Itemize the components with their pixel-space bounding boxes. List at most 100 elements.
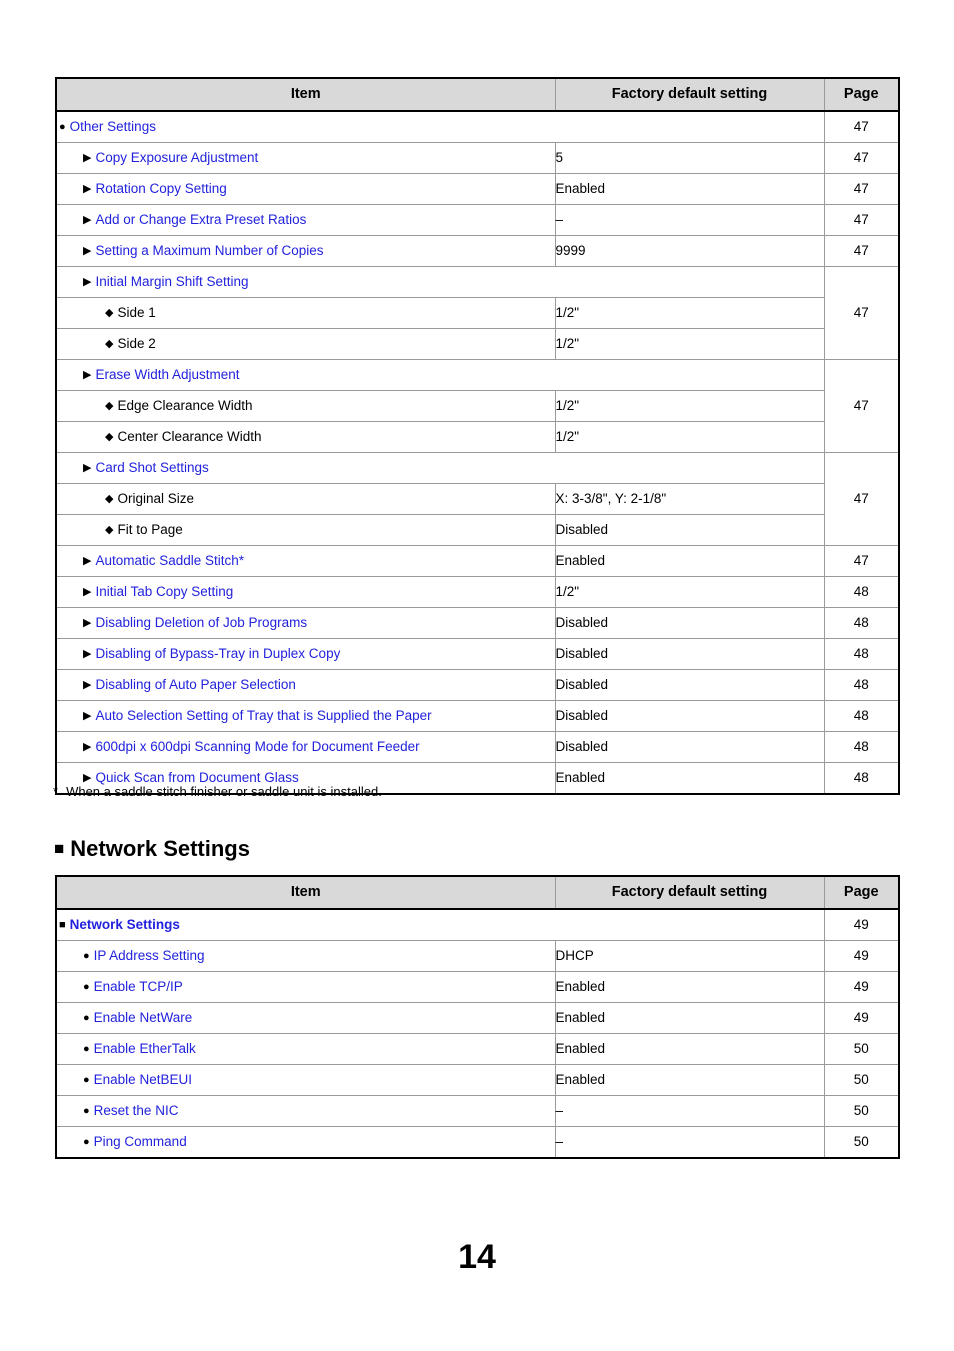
setting-label: Side 1 bbox=[117, 304, 156, 320]
setting-tree-node: ▶ Initial Margin Shift Setting bbox=[57, 274, 824, 291]
factory-default-value-cell: DHCP bbox=[554, 940, 825, 972]
setting-link[interactable]: Rotation Copy Setting bbox=[95, 181, 226, 198]
table-row: ▶ Initial Tab Copy Setting 1/2" 48 bbox=[55, 576, 900, 608]
page-reference-link[interactable]: 50 bbox=[823, 1033, 900, 1065]
black-triangle-right-icon: ▶ bbox=[83, 647, 92, 660]
page-reference-link[interactable]: 50 bbox=[823, 1126, 900, 1159]
setting-item-cell: ▶ Add or Change Extra Preset Ratios bbox=[55, 204, 556, 236]
factory-default-value-cell: 9999 bbox=[554, 235, 825, 267]
black-triangle-right-icon: ▶ bbox=[83, 151, 92, 164]
factory-default-value-cell: – bbox=[554, 1095, 825, 1127]
black-circle-icon: ● bbox=[83, 1104, 90, 1117]
table-row: ▶ Copy Exposure Adjustment 5 47 bbox=[55, 142, 900, 174]
table-row: ▶ Auto Selection Setting of Tray that is … bbox=[55, 700, 900, 732]
setting-link[interactable]: Enable TCP/IP bbox=[94, 979, 183, 996]
setting-item-cell: ◆ Side 1 bbox=[55, 297, 556, 329]
table-row: ● Enable EtherTalk Enabled 50 bbox=[55, 1033, 900, 1065]
setting-link[interactable]: Erase Width Adjustment bbox=[95, 367, 239, 384]
factory-default-value-cell: Enabled bbox=[554, 1064, 825, 1096]
setting-link[interactable]: Auto Selection Setting of Tray that is S… bbox=[95, 708, 431, 725]
page-reference-link[interactable]: 48 bbox=[823, 762, 900, 795]
network-settings-heading: ■ Network Settings bbox=[54, 836, 250, 862]
black-triangle-right-icon: ▶ bbox=[83, 461, 92, 474]
setting-link[interactable]: Card Shot Settings bbox=[95, 460, 208, 477]
page-reference-link[interactable]: 47 bbox=[823, 235, 900, 267]
black-circle-icon: ● bbox=[59, 120, 66, 133]
column-header-factory-default: Factory default setting bbox=[554, 875, 825, 910]
page-reference-link[interactable]: 47 bbox=[823, 110, 900, 143]
page-reference-link[interactable]: 50 bbox=[823, 1095, 900, 1127]
factory-default-value-cell: Enabled bbox=[554, 545, 825, 577]
setting-tree-node: ▶ Rotation Copy Setting bbox=[57, 181, 555, 198]
column-header-page: Page bbox=[823, 77, 900, 112]
page-reference-link[interactable]: 50 bbox=[823, 1064, 900, 1096]
saddle-stitch-footnote: * When a saddle stitch finisher or saddle… bbox=[53, 784, 382, 799]
page-reference-link[interactable]: 47 bbox=[823, 452, 900, 546]
setting-link[interactable]: Enable EtherTalk bbox=[94, 1041, 196, 1058]
page-reference-link[interactable]: 48 bbox=[823, 638, 900, 670]
setting-link[interactable]: Setting a Maximum Number of Copies bbox=[95, 243, 323, 260]
setting-link[interactable]: Reset the NIC bbox=[94, 1103, 179, 1120]
setting-item-cell: ▶ Copy Exposure Adjustment bbox=[55, 142, 556, 174]
setting-link[interactable]: Copy Exposure Adjustment bbox=[95, 150, 258, 167]
table-row: ▶ 600dpi x 600dpi Scanning Mode for Docum… bbox=[55, 731, 900, 763]
table-row: ▶ Setting a Maximum Number of Copies 9999 4… bbox=[55, 235, 900, 267]
setting-item-cell: ▶ Initial Margin Shift Setting bbox=[55, 266, 825, 298]
setting-item-cell: ● Other Settings bbox=[55, 110, 825, 143]
page-reference-link[interactable]: 48 bbox=[823, 731, 900, 763]
network-settings-heading-label: Network Settings bbox=[70, 836, 250, 861]
page-reference-link[interactable]: 49 bbox=[823, 1002, 900, 1034]
setting-link[interactable]: Disabling Deletion of Job Programs bbox=[95, 615, 307, 632]
setting-link[interactable]: Disabling of Auto Paper Selection bbox=[95, 677, 295, 694]
page-reference-link[interactable]: 49 bbox=[823, 908, 900, 941]
setting-link[interactable]: 600dpi x 600dpi Scanning Mode for Docume… bbox=[95, 739, 419, 756]
setting-link[interactable]: Add or Change Extra Preset Ratios bbox=[95, 212, 306, 229]
black-triangle-right-icon: ▶ bbox=[83, 213, 92, 226]
black-triangle-right-icon: ▶ bbox=[83, 182, 92, 195]
factory-default-value-cell: 1/2" bbox=[554, 390, 825, 422]
page-reference-link[interactable]: 48 bbox=[823, 700, 900, 732]
black-triangle-right-icon: ▶ bbox=[83, 275, 92, 288]
setting-tree-node: ▶ Copy Exposure Adjustment bbox=[57, 150, 555, 167]
setting-item-cell: ▶ Rotation Copy Setting bbox=[55, 173, 556, 205]
setting-link[interactable]: Other Settings bbox=[70, 119, 156, 136]
table-row: ▶ Add or Change Extra Preset Ratios –47 bbox=[55, 204, 900, 236]
setting-item-cell: ◆ Edge Clearance Width bbox=[55, 390, 556, 422]
setting-link[interactable]: Enable NetWare bbox=[94, 1010, 193, 1027]
page-reference-link[interactable]: 47 bbox=[823, 142, 900, 174]
setting-item-cell: ● Reset the NIC bbox=[55, 1095, 556, 1127]
page-reference-link[interactable]: 48 bbox=[823, 607, 900, 639]
setting-item-cell: ● Enable EtherTalk bbox=[55, 1033, 556, 1065]
table-row: ▶ Rotation Copy Setting Enabled 47 bbox=[55, 173, 900, 205]
setting-link[interactable]: Ping Command bbox=[94, 1134, 187, 1151]
page-reference-link[interactable]: 48 bbox=[823, 669, 900, 701]
page-reference-link[interactable]: 47 bbox=[823, 204, 900, 236]
setting-tree-node: ● Reset the NIC bbox=[57, 1103, 555, 1120]
page-reference-link[interactable]: 49 bbox=[823, 940, 900, 972]
setting-link[interactable]: Disabling of Bypass-Tray in Duplex Copy bbox=[95, 646, 340, 663]
setting-link[interactable]: IP Address Setting bbox=[94, 948, 205, 965]
page-reference-link[interactable]: 48 bbox=[823, 576, 900, 608]
setting-link[interactable]: Automatic Saddle Stitch* bbox=[95, 553, 244, 570]
black-triangle-right-icon: ▶ bbox=[83, 709, 92, 722]
setting-link[interactable]: Network Settings bbox=[70, 917, 180, 934]
setting-tree-node: ▶ Card Shot Settings bbox=[57, 460, 824, 477]
page-reference-link[interactable]: 47 bbox=[823, 173, 900, 205]
page-reference-link[interactable]: 49 bbox=[823, 971, 900, 1003]
setting-tree-node: ● Ping Command bbox=[57, 1134, 555, 1151]
factory-default-value-cell: Disabled bbox=[554, 514, 825, 546]
factory-default-value-cell: 1/2" bbox=[554, 421, 825, 453]
setting-item-cell: ■ Network Settings bbox=[55, 908, 825, 941]
column-header-factory-default: Factory default setting bbox=[554, 77, 825, 112]
setting-link[interactable]: Initial Margin Shift Setting bbox=[95, 274, 248, 291]
setting-link[interactable]: Enable NetBEUI bbox=[94, 1072, 192, 1089]
page-reference-link[interactable]: 47 bbox=[823, 545, 900, 577]
black-circle-icon: ● bbox=[83, 949, 90, 962]
table-header-row: Item Factory default setting Page bbox=[55, 875, 900, 910]
table-row: ● Ping Command –50 bbox=[55, 1126, 900, 1159]
factory-default-value-cell: 1/2" bbox=[554, 297, 825, 329]
page-reference-link[interactable]: 47 bbox=[823, 359, 900, 453]
table-row: ● Enable NetBEUI Enabled 50 bbox=[55, 1064, 900, 1096]
page-reference-link[interactable]: 47 bbox=[823, 266, 900, 360]
setting-link[interactable]: Initial Tab Copy Setting bbox=[95, 584, 233, 601]
